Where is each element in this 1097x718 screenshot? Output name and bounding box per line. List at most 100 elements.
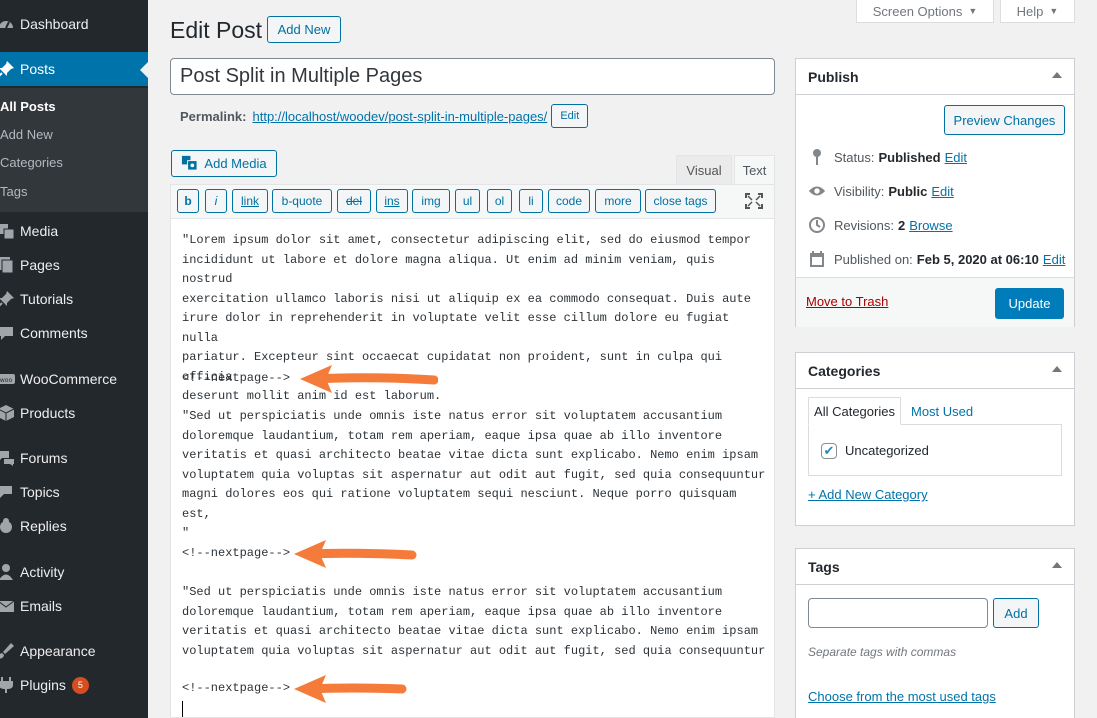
menu-label: Pages bbox=[20, 257, 60, 273]
add-new-post-button[interactable]: Add New bbox=[267, 16, 341, 43]
menu-dashboard[interactable]: Dashboard bbox=[0, 7, 148, 41]
woo-icon: woo bbox=[0, 369, 16, 389]
add-new-category-link[interactable]: + Add New Category bbox=[808, 487, 928, 502]
menu-forums[interactable]: Forums bbox=[0, 441, 148, 475]
category-checkbox[interactable]: ✔ bbox=[821, 443, 837, 459]
svg-text:woo: woo bbox=[0, 377, 12, 384]
edit-visibility-link[interactable]: Edit bbox=[931, 184, 953, 199]
tags-box: Tags Add Separate tags with commas Choos… bbox=[795, 548, 1075, 718]
menu-comments[interactable]: Comments bbox=[0, 316, 148, 350]
tab-all-categories[interactable]: All Categories bbox=[808, 397, 901, 425]
plugin-icon bbox=[0, 675, 16, 695]
tab-most-used[interactable]: Most Used bbox=[911, 397, 973, 425]
menu-tutorials[interactable]: Tutorials bbox=[0, 282, 148, 316]
nextpage-tag-2: <!--nextpage--> bbox=[182, 546, 291, 560]
toggle-arrow-icon[interactable] bbox=[1052, 72, 1062, 78]
edit-status-link[interactable]: Edit bbox=[945, 150, 967, 165]
publish-box-header[interactable]: Publish bbox=[796, 59, 1074, 95]
choose-tags-link[interactable]: Choose from the most used tags bbox=[808, 689, 996, 704]
qt-more-button[interactable]: more bbox=[595, 189, 641, 213]
menu-activity[interactable]: Activity bbox=[0, 555, 148, 589]
menu-label: WooCommerce bbox=[20, 371, 117, 387]
preview-changes-button[interactable]: Preview Changes bbox=[944, 105, 1065, 135]
update-button[interactable]: Update bbox=[995, 288, 1064, 319]
publish-box-title: Publish bbox=[808, 68, 859, 85]
screen-options-tab[interactable]: Screen Options ▼ bbox=[856, 0, 994, 23]
brush-icon bbox=[0, 641, 16, 661]
plugins-update-badge: 5 bbox=[71, 676, 89, 694]
qt-bold-button[interactable]: b bbox=[177, 189, 199, 213]
qt-ul-button[interactable]: ul bbox=[455, 189, 480, 213]
eye-icon bbox=[808, 182, 826, 200]
menu-label: Comments bbox=[20, 325, 88, 341]
activity-icon bbox=[0, 562, 16, 582]
submenu-add-new[interactable]: Add New bbox=[0, 125, 53, 145]
published-on-value: Feb 5, 2020 at 06:10 bbox=[916, 251, 1039, 267]
submenu-categories[interactable]: Categories bbox=[0, 153, 63, 173]
menu-label: Media bbox=[20, 223, 59, 239]
arrow-shaft bbox=[301, 548, 417, 560]
help-tab[interactable]: Help ▼ bbox=[1000, 0, 1075, 23]
status-value: Published bbox=[878, 149, 941, 165]
menu-products[interactable]: Products bbox=[0, 396, 148, 430]
menu-woocommerce[interactable]: woo WooCommerce bbox=[0, 362, 148, 396]
menu-topics[interactable]: Topics bbox=[0, 475, 148, 509]
qt-code-button[interactable]: code bbox=[548, 189, 590, 213]
category-label[interactable]: Uncategorized bbox=[845, 443, 929, 458]
menu-emails[interactable]: Emails bbox=[0, 589, 148, 623]
qt-ol-button[interactable]: ol bbox=[487, 189, 512, 213]
submenu-all-posts[interactable]: All Posts bbox=[0, 97, 56, 117]
edit-date-link[interactable]: Edit bbox=[1043, 252, 1065, 267]
publish-actions: Move to Trash Update bbox=[796, 277, 1074, 327]
post-title-input[interactable]: Post Split in Multiple Pages bbox=[170, 58, 775, 95]
browse-revisions-link[interactable]: Browse bbox=[909, 218, 952, 233]
revisions-value: 2 bbox=[897, 217, 906, 233]
tags-box-header[interactable]: Tags bbox=[796, 549, 1074, 585]
qt-li-button[interactable]: li bbox=[519, 189, 543, 213]
submenu-tags[interactable]: Tags bbox=[0, 182, 27, 202]
menu-label: Replies bbox=[20, 518, 67, 534]
tab-text[interactable]: Text bbox=[734, 155, 775, 184]
tab-visual[interactable]: Visual bbox=[676, 155, 732, 184]
publish-box: Publish Preview Changes Status: Publishe… bbox=[795, 58, 1075, 327]
new-tag-input[interactable] bbox=[808, 598, 988, 628]
categories-box-header[interactable]: Categories bbox=[796, 353, 1074, 389]
permalink-link[interactable]: http://localhost/woodev/post-split-in-mu… bbox=[252, 109, 547, 124]
qt-ins-button[interactable]: ins bbox=[376, 189, 408, 213]
qt-bquote-button[interactable]: b-quote bbox=[272, 189, 332, 213]
visibility-row: Visibility: Public Edit bbox=[808, 181, 954, 201]
menu-replies[interactable]: Replies bbox=[0, 509, 148, 543]
annotation-arrow-1 bbox=[300, 365, 438, 393]
qt-link-button[interactable]: link bbox=[232, 189, 268, 213]
pages-icon bbox=[0, 255, 16, 275]
toggle-arrow-icon[interactable] bbox=[1052, 366, 1062, 372]
annotation-arrow-2 bbox=[294, 540, 417, 568]
permalink-row: Permalink: http://localhost/woodev/post-… bbox=[180, 104, 589, 128]
qt-close-tags-button[interactable]: close tags bbox=[645, 189, 716, 213]
toggle-arrow-icon[interactable] bbox=[1052, 562, 1062, 568]
edit-slug-button[interactable]: Edit bbox=[551, 104, 589, 128]
menu-label: Appearance bbox=[20, 643, 96, 659]
menu-plugins[interactable]: Plugins 5 bbox=[0, 668, 148, 702]
add-media-button[interactable]: Add Media bbox=[171, 150, 277, 177]
menu-media[interactable]: Media bbox=[0, 214, 148, 248]
qt-italic-button[interactable]: i bbox=[205, 189, 227, 213]
pin-icon bbox=[808, 148, 826, 166]
add-media-label: Add Media bbox=[204, 156, 267, 171]
qt-del-button[interactable]: del bbox=[337, 189, 371, 213]
menu-label: Emails bbox=[20, 598, 63, 614]
menu-posts[interactable]: Posts bbox=[0, 52, 148, 86]
fullscreen-icon[interactable] bbox=[745, 193, 765, 211]
pushpin-icon bbox=[0, 59, 16, 79]
menu-label: Plugins bbox=[20, 677, 66, 693]
text-editor: b i link b-quote del ins img ul ol li co… bbox=[170, 184, 775, 718]
move-to-trash-link[interactable]: Move to Trash bbox=[806, 294, 888, 309]
category-checklist: ✔ Uncategorized bbox=[808, 424, 1062, 476]
menu-appearance[interactable]: Appearance bbox=[0, 634, 148, 668]
menu-pages[interactable]: Pages bbox=[0, 248, 148, 282]
menu-label: Tutorials bbox=[20, 291, 74, 307]
menu-label: Forums bbox=[20, 450, 68, 466]
qt-img-button[interactable]: img bbox=[412, 189, 450, 213]
posts-submenu: All Posts Add New Categories Tags bbox=[0, 88, 148, 212]
add-tag-button[interactable]: Add bbox=[993, 598, 1039, 628]
